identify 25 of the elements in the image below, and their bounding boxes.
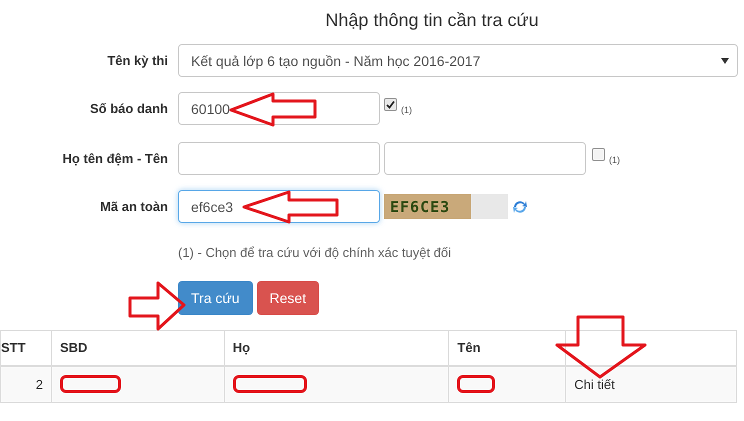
input-field[interactable] [384,142,586,175]
input-field[interactable]: ef6ce3 [178,190,380,223]
caret-icon [721,58,729,64]
footnote-mark: (1) [401,105,412,115]
field-label: Mã an toàn [99,199,168,214]
field-label: Họ tên đệm - Tên [62,151,168,166]
input-field[interactable] [178,142,380,175]
field-label: Tên kỳ thi [106,53,168,68]
exam-select[interactable]: Kết quả lớp 6 tạo nguồn - Năm học 2016-2017 [178,44,738,77]
captcha-image: EF6CE3 [384,194,508,219]
input-field[interactable]: 60100 [178,92,380,125]
details-link[interactable]: Chi tiết [566,366,736,402]
checkbox[interactable] [592,148,605,161]
search-button[interactable]: Tra cứu [178,281,253,315]
refresh-icon[interactable] [512,198,528,214]
arrow-annotation [128,282,186,330]
redaction-mark [60,375,121,393]
field-label: Số báo danh [89,101,168,116]
form-title: Nhập thông tin cần tra cứu [324,9,540,32]
table-cell: 2 [0,366,52,402]
footnote-mark: (1) [609,155,620,165]
footnote-text: (1) - Chọn để tra cứu với độ chính xác tuyệt đối [178,245,452,262]
reset-button[interactable]: Reset [256,281,320,315]
checkbox[interactable] [384,98,397,111]
redaction-mark [457,375,496,393]
